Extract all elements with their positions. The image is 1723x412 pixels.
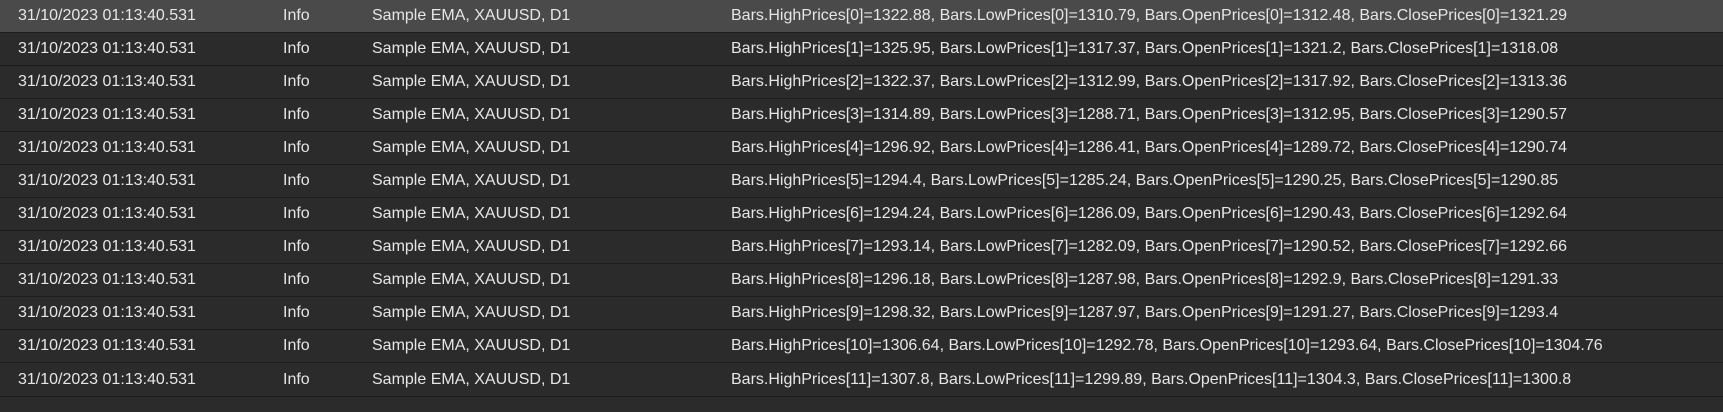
- log-level: Info: [283, 371, 310, 388]
- log-source: Sample EMA, XAUUSD, D1: [372, 337, 571, 354]
- log-level: Info: [283, 7, 310, 24]
- log-source: Sample EMA, XAUUSD, D1: [372, 172, 571, 189]
- log-row[interactable]: 31/10/2023 01:13:40.531 Info Sample EMA,…: [0, 330, 1723, 363]
- log-row[interactable]: 31/10/2023 01:13:40.531 Info Sample EMA,…: [0, 198, 1723, 231]
- log-level: Info: [283, 337, 310, 354]
- log-row[interactable]: 31/10/2023 01:13:40.531 Info Sample EMA,…: [0, 0, 1723, 33]
- log-level: Info: [283, 73, 310, 90]
- log-time: 31/10/2023 01:13:40.531: [18, 304, 196, 321]
- log-message: Bars.HighPrices[10]=1306.64, Bars.LowPri…: [731, 337, 1603, 354]
- log-row[interactable]: 31/10/2023 01:13:40.531 Info Sample EMA,…: [0, 231, 1723, 264]
- log-message: Bars.HighPrices[8]=1296.18, Bars.LowPric…: [731, 271, 1559, 288]
- log-message: Bars.HighPrices[0]=1322.88, Bars.LowPric…: [731, 7, 1568, 24]
- log-message: Bars.HighPrices[7]=1293.14, Bars.LowPric…: [731, 238, 1568, 255]
- log-source: Sample EMA, XAUUSD, D1: [372, 371, 571, 388]
- log-level: Info: [283, 139, 310, 156]
- log-level: Info: [283, 238, 310, 255]
- log-row[interactable]: 31/10/2023 01:13:40.531 Info Sample EMA,…: [0, 33, 1723, 66]
- log-time: 31/10/2023 01:13:40.531: [18, 73, 196, 90]
- log-source: Sample EMA, XAUUSD, D1: [372, 7, 571, 24]
- log-source: Sample EMA, XAUUSD, D1: [372, 106, 571, 123]
- log-row[interactable]: 31/10/2023 01:13:40.531 Info Sample EMA,…: [0, 66, 1723, 99]
- log-row[interactable]: 31/10/2023 01:13:40.531 Info Sample EMA,…: [0, 99, 1723, 132]
- log-message: Bars.HighPrices[11]=1307.8, Bars.LowPric…: [731, 371, 1572, 388]
- log-row[interactable]: 31/10/2023 01:13:40.531 Info Sample EMA,…: [0, 264, 1723, 297]
- log-source: Sample EMA, XAUUSD, D1: [372, 304, 571, 321]
- log-message: Bars.HighPrices[4]=1296.92, Bars.LowPric…: [731, 139, 1568, 156]
- log-level: Info: [283, 304, 310, 321]
- log-source: Sample EMA, XAUUSD, D1: [372, 205, 571, 222]
- log-message: Bars.HighPrices[2]=1322.37, Bars.LowPric…: [731, 73, 1568, 90]
- log-source: Sample EMA, XAUUSD, D1: [372, 73, 571, 90]
- log-source: Sample EMA, XAUUSD, D1: [372, 238, 571, 255]
- log-time: 31/10/2023 01:13:40.531: [18, 271, 196, 288]
- log-message: Bars.HighPrices[6]=1294.24, Bars.LowPric…: [731, 205, 1568, 222]
- log-row[interactable]: 31/10/2023 01:13:40.531 Info Sample EMA,…: [0, 165, 1723, 198]
- log-row[interactable]: 31/10/2023 01:13:40.531 Info Sample EMA,…: [0, 297, 1723, 330]
- log-message: Bars.HighPrices[3]=1314.89, Bars.LowPric…: [731, 106, 1568, 123]
- log-table-bottom: [0, 408, 1723, 412]
- log-row[interactable]: 31/10/2023 01:13:40.531 Info Sample EMA,…: [0, 132, 1723, 165]
- log-time: 31/10/2023 01:13:40.531: [18, 238, 196, 255]
- log-message: Bars.HighPrices[1]=1325.95, Bars.LowPric…: [731, 40, 1559, 57]
- log-source: Sample EMA, XAUUSD, D1: [372, 40, 571, 57]
- log-time: 31/10/2023 01:13:40.531: [18, 337, 196, 354]
- log-level: Info: [283, 271, 310, 288]
- log-time: 31/10/2023 01:13:40.531: [18, 106, 196, 123]
- log-table: 31/10/2023 01:13:40.531 Info Sample EMA,…: [0, 0, 1723, 412]
- log-source: Sample EMA, XAUUSD, D1: [372, 139, 571, 156]
- log-level: Info: [283, 172, 310, 189]
- log-message: Bars.HighPrices[5]=1294.4, Bars.LowPrice…: [731, 172, 1559, 189]
- log-row[interactable]: 31/10/2023 01:13:40.531 Info Sample EMA,…: [0, 363, 1723, 397]
- log-time: 31/10/2023 01:13:40.531: [18, 40, 196, 57]
- log-time: 31/10/2023 01:13:40.531: [18, 371, 196, 388]
- log-time: 31/10/2023 01:13:40.531: [18, 7, 196, 24]
- log-source: Sample EMA, XAUUSD, D1: [372, 271, 571, 288]
- log-level: Info: [283, 40, 310, 57]
- log-time: 31/10/2023 01:13:40.531: [18, 172, 196, 189]
- log-message: Bars.HighPrices[9]=1298.32, Bars.LowPric…: [731, 304, 1559, 321]
- log-time: 31/10/2023 01:13:40.531: [18, 205, 196, 222]
- log-level: Info: [283, 205, 310, 222]
- log-level: Info: [283, 106, 310, 123]
- log-time: 31/10/2023 01:13:40.531: [18, 139, 196, 156]
